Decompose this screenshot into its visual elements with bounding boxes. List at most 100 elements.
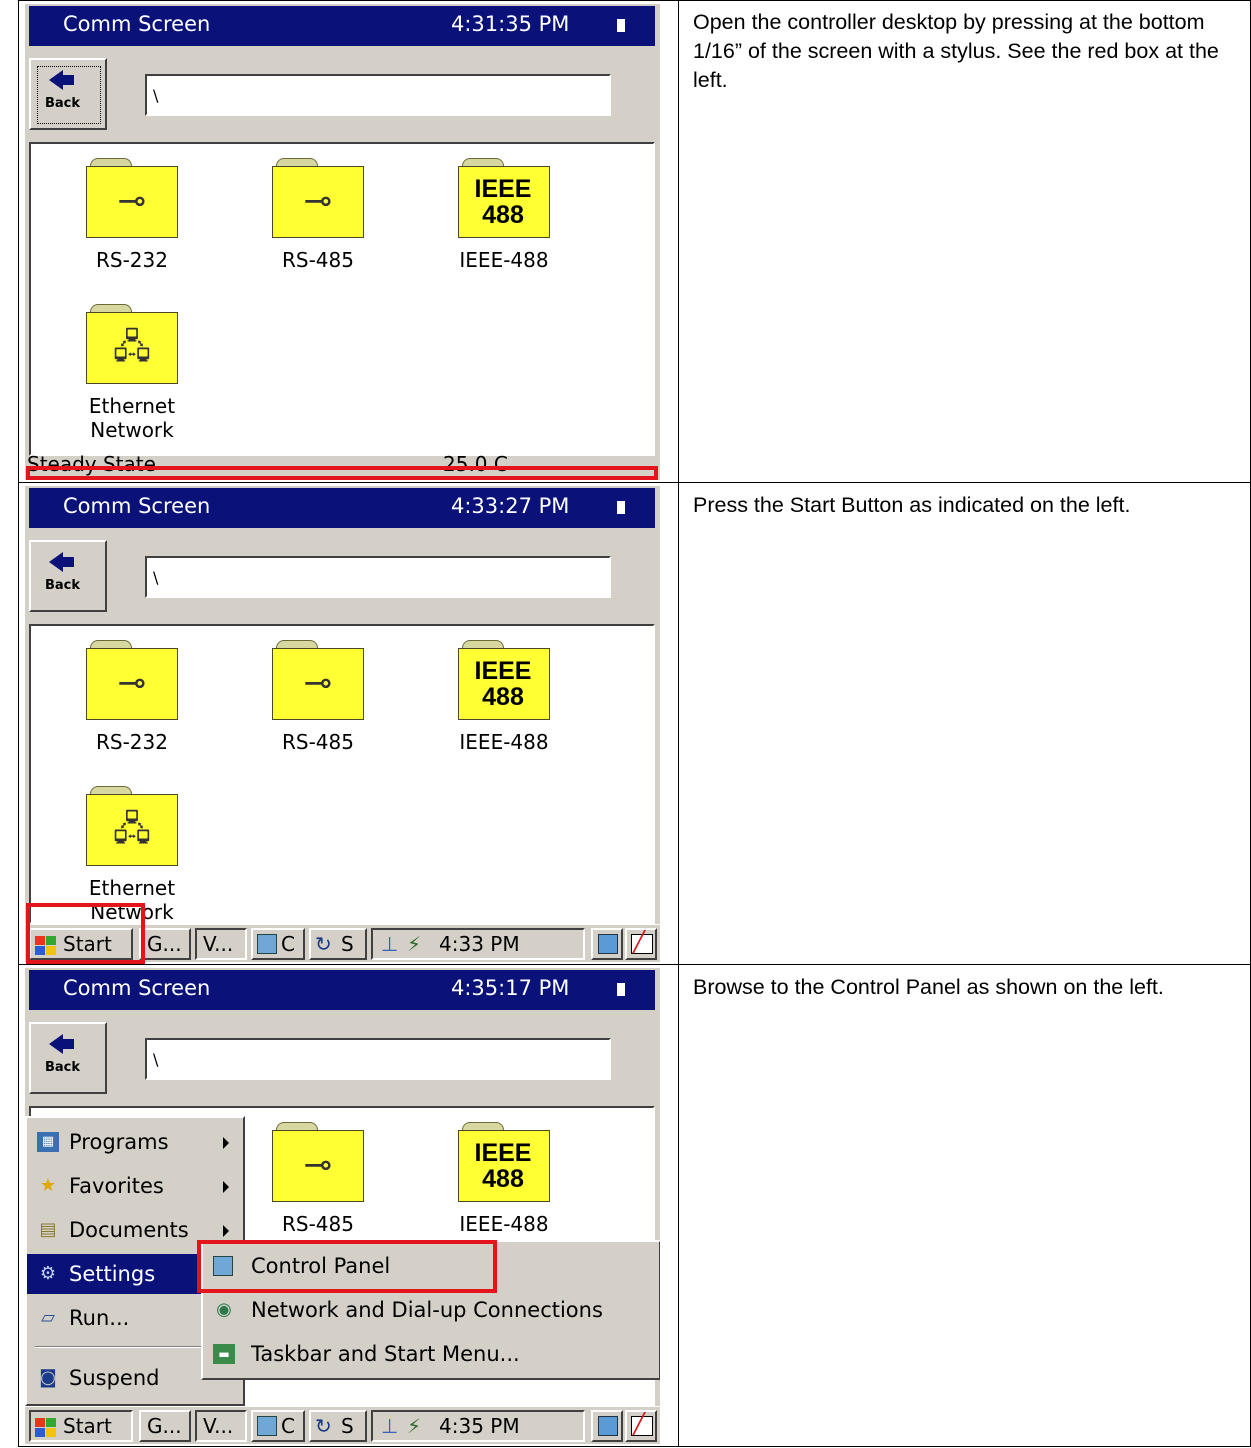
- ieee488-folder-icon: IEEE 488: [458, 1122, 550, 1202]
- desktop-icon[interactable]: [591, 928, 623, 960]
- back-arrow-icon: [62, 1039, 74, 1049]
- tray-clock[interactable]: 4:35 PM: [439, 1412, 520, 1440]
- rs232-item[interactable]: ⊸ RS-232: [47, 640, 217, 754]
- taskbar-task-label: S: [341, 1414, 354, 1438]
- star-icon: ★: [39, 1175, 57, 1196]
- ethernet-folder-icon: 🖧: [86, 304, 178, 384]
- run-icon: ▱: [41, 1307, 55, 1328]
- taskbar-task-v[interactable]: V...: [195, 928, 247, 960]
- rs485-item[interactable]: ⊸ RS-485: [233, 1122, 403, 1236]
- title-bar: Comm Screen 4:31:35 PM: [29, 6, 655, 46]
- ieee488-item[interactable]: IEEE 488 IEEE-488: [419, 640, 589, 754]
- highlight-box-control-panel: [197, 1240, 497, 1293]
- power-tray-icon[interactable]: ⚡: [407, 1412, 421, 1440]
- highlight-box-start-button: [26, 903, 145, 964]
- ieee488-folder-icon: IEEE 488: [458, 640, 550, 720]
- step-3-instruction: Browse to the Control Panel as shown on …: [693, 975, 1164, 999]
- window-menu-icon[interactable]: [617, 501, 625, 516]
- device-screen-step-3: Comm Screen 4:35:17 PM Back ⊸ RS-485 IEE…: [25, 968, 660, 1444]
- back-button[interactable]: Back: [29, 540, 107, 612]
- submenu-arrow-icon: [223, 1181, 229, 1193]
- taskbar-task-v[interactable]: V...: [195, 1410, 247, 1442]
- input-panel-icon[interactable]: ╱: [625, 928, 657, 960]
- table-row-divider: [18, 482, 1251, 483]
- submenu-arrow-icon: [223, 1225, 229, 1237]
- back-arrow-icon: [49, 1034, 63, 1054]
- rs485-item[interactable]: ⊸ RS-485: [233, 158, 403, 272]
- step-1-instruction: Open the controller desktop by pressing …: [693, 10, 1219, 92]
- rs232-folder-icon: ⊸: [86, 640, 178, 720]
- title-clock: 4:33:27 PM: [451, 494, 570, 518]
- submenu-item-taskbar[interactable]: ▬ Taskbar and Start Menu...: [203, 1334, 660, 1374]
- taskbar-task-g[interactable]: G...: [139, 928, 191, 960]
- start-label: Start: [63, 1414, 112, 1438]
- ethernet-item[interactable]: 🖧 Ethernet Network: [47, 304, 217, 442]
- settings-icon: ⚙: [39, 1263, 57, 1284]
- taskbar-task-g[interactable]: G...: [139, 1410, 191, 1442]
- power-tray-icon[interactable]: ⚡: [407, 930, 421, 958]
- table-top-border: [18, 0, 1251, 1]
- documents-icon: ▤: [39, 1219, 57, 1240]
- ieee488-item[interactable]: IEEE 488 IEEE-488: [419, 158, 589, 272]
- taskbar-task-label: S: [341, 932, 354, 956]
- ieee488-folder-icon: IEEE 488: [458, 158, 550, 238]
- rs485-label: RS-485: [282, 1212, 354, 1236]
- path-input[interactable]: [145, 74, 611, 116]
- desktop-icon[interactable]: [591, 1410, 623, 1442]
- path-input[interactable]: [145, 1038, 611, 1080]
- file-pane: ⊸ RS-232 ⊸ RS-485 IEEE 488 IEEE-488 🖧 Eth…: [29, 142, 655, 456]
- window-menu-icon[interactable]: [617, 19, 625, 34]
- rs232-label: RS-232: [96, 248, 168, 272]
- taskbar-task-s[interactable]: ↻ S: [309, 928, 367, 960]
- title-bar: Comm Screen 4:33:27 PM: [29, 488, 655, 528]
- window-title: Comm Screen: [63, 494, 211, 518]
- submenu-item-network[interactable]: ◉ Network and Dial-up Connections: [203, 1290, 660, 1330]
- rs485-folder-icon: ⊸: [272, 1122, 364, 1202]
- network-icon: ◉: [216, 1299, 232, 1320]
- window-title: Comm Screen: [63, 976, 211, 1000]
- taskbar-icon: ▬: [213, 1344, 235, 1364]
- programs-icon: ▦: [37, 1132, 59, 1152]
- menu-item-favorites[interactable]: ★ Favorites: [27, 1166, 243, 1206]
- rs485-folder-icon: ⊸: [272, 158, 364, 238]
- control-panel-icon: [257, 1416, 277, 1436]
- ieee488-item[interactable]: IEEE 488 IEEE-488: [419, 1122, 589, 1236]
- windows-logo-icon: [35, 1418, 57, 1438]
- table-column-divider: [678, 0, 679, 1446]
- taskbar-task-label: C: [281, 1414, 295, 1438]
- window-menu-icon[interactable]: [617, 983, 625, 998]
- ethernet-label: Ethernet Network: [88, 394, 176, 442]
- step-2-instruction: Press the Start Button as indicated on t…: [693, 493, 1131, 517]
- suspend-icon: ◙: [39, 1367, 57, 1388]
- table-bottom-border: [18, 1446, 1251, 1447]
- taskbar-task-control-panel[interactable]: C: [251, 1410, 305, 1442]
- tray-clock[interactable]: 4:33 PM: [439, 930, 520, 958]
- taskbar-task-s[interactable]: ↻ S: [309, 1410, 367, 1442]
- network-tray-icon[interactable]: ⊥: [381, 1412, 398, 1440]
- back-button[interactable]: Back: [29, 1022, 107, 1094]
- path-input[interactable]: [145, 556, 611, 598]
- menu-item-programs[interactable]: ▦ Programs: [27, 1122, 243, 1162]
- system-tray: ⊥ ⚡ 4:33 PM: [371, 928, 585, 960]
- refresh-icon: ↻: [315, 932, 332, 956]
- taskbar: Start G... V... C ↻ S ⊥ ⚡ 4:35 PM ╱: [25, 1406, 660, 1444]
- start-button[interactable]: Start: [29, 1410, 133, 1442]
- ethernet-folder-icon: 🖧: [86, 786, 178, 866]
- highlight-box-bottom-edge: [26, 466, 658, 480]
- back-arrow-icon: [49, 552, 63, 572]
- rs485-item[interactable]: ⊸ RS-485: [233, 640, 403, 754]
- ieee488-label: IEEE-488: [459, 248, 549, 272]
- taskbar-task-control-panel[interactable]: C: [251, 928, 305, 960]
- back-button[interactable]: Back: [29, 58, 107, 130]
- refresh-icon: ↻: [315, 1414, 332, 1438]
- rs232-item[interactable]: ⊸ RS-232: [47, 158, 217, 272]
- rs485-label: RS-485: [282, 730, 354, 754]
- back-arrow-icon: [49, 70, 63, 90]
- device-screen-step-1: Comm Screen 4:31:35 PM Back ⊸ RS-232 ⊸ R…: [25, 4, 660, 480]
- table-left-border: [18, 0, 19, 1446]
- input-panel-icon[interactable]: ╱: [625, 1410, 657, 1442]
- window-title: Comm Screen: [63, 12, 211, 36]
- network-tray-icon[interactable]: ⊥: [381, 930, 398, 958]
- taskbar-task-label: C: [281, 932, 295, 956]
- rs232-label: RS-232: [96, 730, 168, 754]
